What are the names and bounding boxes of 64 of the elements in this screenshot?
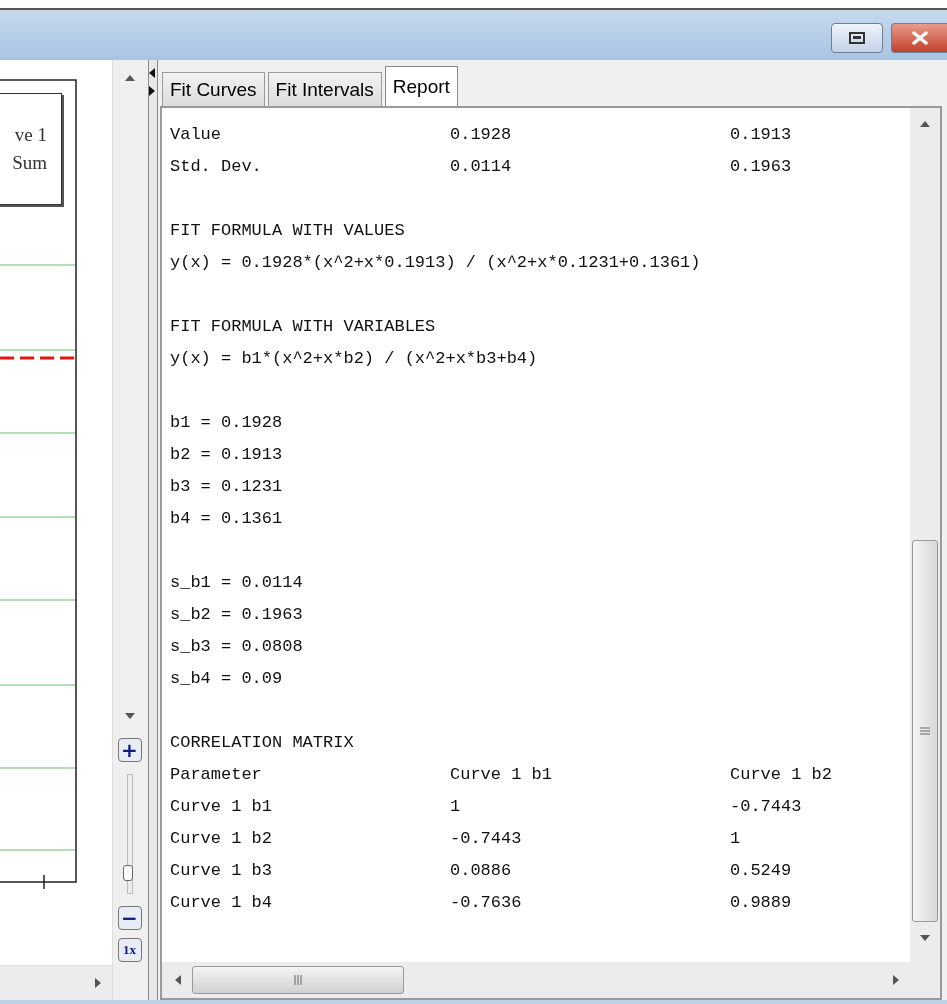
report-cell: 0.1963 [730,156,792,176]
report-cell-text: 0.0114 [450,156,513,176]
report-cell-text: Curve 1 b1 [450,764,554,784]
report-cell-text: Curve 1 b4 [170,892,274,912]
report-cell-text: Curve 1 b3 [170,860,274,880]
report-line: b4 = 0.1361 [170,508,283,528]
report-cell-text: -0.7636 [450,892,523,912]
splitter-arrows-icon [149,68,155,98]
report-cell: 0.1913 [730,124,792,144]
report-cell-text: Std. Dev. [170,156,263,176]
horizontal-scrollbar[interactable] [0,965,112,1000]
report-cell: 1 [730,828,741,848]
right-arrow-icon[interactable] [94,977,102,989]
report-line: s_b1 = 0.0114 [170,572,303,592]
restore-button[interactable] [831,23,883,53]
report-cell-text: 1 [450,796,462,816]
legend-label: ve 1 [14,124,47,146]
report-cell: -0.7443 [730,796,802,816]
down-arrow-icon[interactable] [919,934,931,942]
legend-label: Sum [12,152,47,174]
report-line: b1 = 0.1928 [170,412,283,432]
report-line: y(x) = b1*(x^2+x*b2) / (x^2+x*b3+b4) [170,348,538,368]
scroll-thumb[interactable] [192,966,404,994]
vertical-scrollbar[interactable] [910,108,940,962]
up-arrow-icon[interactable] [123,74,136,82]
report-cell-text: Parameter [170,764,263,784]
zoom-slider[interactable] [126,774,133,894]
zoom-in-button[interactable]: + [117,738,142,762]
grip-icon [920,726,930,736]
right-arrow-icon[interactable] [892,974,900,986]
zoom-out-button[interactable]: − [117,906,142,930]
report-line: b2 = 0.1913 [170,444,283,464]
restore-icon [849,32,865,44]
splitter[interactable] [148,60,158,1000]
report-line: s_b4 = 0.09 [170,668,283,688]
report-cell: 0.9889 [730,892,792,912]
tab[interactable]: Fit Intervals [267,72,382,106]
up-arrow-icon[interactable] [919,120,931,128]
report-line: y(x) = 0.1928*(x^2+x*0.1913) / (x^2+x*0.1231+0.1361) [170,252,701,272]
reset-zoom-button[interactable]: 1x [117,938,142,962]
left-arrow-icon[interactable] [174,974,182,986]
report-cell: 0.5249 [730,860,792,880]
report-line: FIT FORMULA WITH VALUES [170,220,405,240]
report-cell-text: 0.0886 [450,860,513,880]
report-cell-text: Curve 1 b2 [170,828,274,848]
report-line: s_b2 = 0.1963 [170,604,303,624]
scroll-thumb[interactable] [912,540,938,922]
tab[interactable]: Report [384,66,458,106]
slider-thumb[interactable] [122,865,133,882]
report-cell-text: Value [170,124,222,144]
report-cell: Curve 1 b2 [730,764,833,784]
report-cell-text: -0.7443 [450,828,523,848]
tab[interactable]: Fit Curves [162,72,265,106]
close-button[interactable] [891,23,947,53]
report-line: b3 = 0.1231 [170,476,283,496]
report-line: CORRELATION MATRIX [170,732,354,752]
report-cell-text: Curve 1 b1 [170,796,274,816]
report-cell-text: 0.1928 [450,124,513,144]
grip-icon [293,975,303,985]
report-line: s_b3 = 0.0808 [170,636,303,656]
close-icon [910,31,929,45]
horizontal-scrollbar[interactable] [162,962,940,998]
report-line: FIT FORMULA WITH VARIABLES [170,316,436,336]
down-arrow-icon[interactable] [123,712,136,720]
